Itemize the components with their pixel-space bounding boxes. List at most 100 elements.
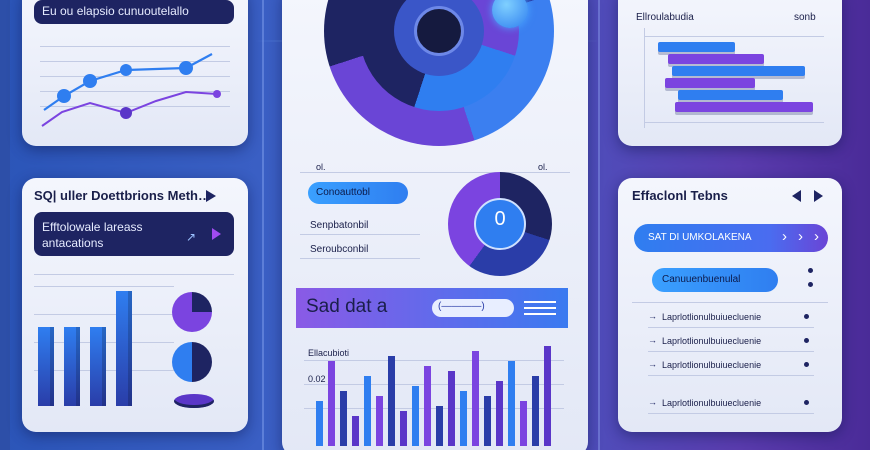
list-row-label: Laprlotlionulbuiuecluenie (662, 312, 762, 322)
list-row[interactable]: → Laprlotlionulbuiuecluenie (648, 394, 814, 414)
card-header-right: sonb (794, 12, 816, 23)
dot (804, 314, 809, 319)
data-point (179, 61, 193, 75)
play-icon[interactable] (206, 190, 216, 202)
prev-icon[interactable] (792, 190, 801, 202)
row-divider (300, 258, 420, 259)
highlight-chip-label: (————) (438, 301, 485, 312)
tab-pill[interactable]: SAT DI UMKOLAKENA › › › (634, 224, 828, 252)
bar (116, 291, 132, 406)
bar (520, 401, 527, 446)
background-divider (598, 0, 600, 450)
bar (90, 327, 106, 406)
gantt-chart-card: Ellroulabudia sonb (618, 0, 842, 146)
gantt-bar (664, 78, 755, 88)
dot (804, 400, 809, 405)
bar (376, 396, 383, 446)
line-chart-card: Eu ou elapsio cunuoutelallo (22, 0, 248, 146)
bar (328, 361, 335, 446)
dot (804, 362, 809, 367)
expand-icon[interactable]: ↗ (186, 230, 196, 244)
list-row[interactable]: → Laprlotlionulbuiuecluenie (648, 332, 814, 352)
banner-line-2: antacations (42, 236, 104, 250)
gantt-bar (675, 102, 813, 112)
data-point (120, 107, 132, 119)
bar (340, 391, 347, 446)
center-dashboard-card: ol. ol. Conoauttobl Senpbatonbil Seroubc… (282, 0, 588, 450)
donut-chart: 0 (448, 172, 552, 276)
bar (544, 346, 551, 446)
divider (34, 274, 234, 275)
bar-chart (316, 346, 556, 446)
bar (316, 401, 323, 446)
data-point (213, 90, 221, 98)
arrow-icon: → (648, 359, 657, 369)
play-icon[interactable] (212, 228, 221, 240)
bar (496, 381, 503, 446)
card-title: SQ| uller Doettbrions Methars (34, 188, 214, 203)
list-row-label: Laprlotlionulbuiuecluenie (662, 360, 762, 370)
sub-pill[interactable]: Canuuenbuenulal (652, 268, 778, 292)
dot (804, 338, 809, 343)
card-header: Ellroulabudia (636, 12, 694, 23)
radial-chart (304, 0, 564, 162)
dot (808, 268, 813, 273)
bar (64, 327, 80, 406)
banner-line-1: Efftolowale lareass (42, 220, 143, 234)
pie-icon (172, 292, 212, 332)
dot (808, 282, 813, 287)
bar (364, 376, 371, 446)
background-grid-line (0, 0, 10, 450)
bar (352, 416, 359, 446)
divider (300, 172, 570, 173)
chevron-right-icon[interactable]: › (814, 228, 819, 245)
bar (388, 356, 395, 446)
status-pill-label: Conoauttobl (316, 187, 370, 198)
row-divider (300, 234, 420, 235)
bar (424, 366, 431, 446)
highlight-banner[interactable]: Sad dat a (————) (296, 288, 568, 328)
gantt-bar (671, 66, 805, 76)
efficient-tabs-card: Effaclonl Tebns SAT DI UMKOLAKENA › › › … (618, 178, 842, 432)
bar (460, 391, 467, 446)
gantt-bar (668, 54, 765, 64)
bar (508, 361, 515, 446)
label-right: ol. (538, 162, 548, 172)
divider (632, 302, 828, 303)
list-row[interactable]: → Laprlotlionulbuiuecluenie (648, 308, 814, 328)
chevron-right-icon[interactable]: › (798, 228, 803, 245)
toggle-oval[interactable] (174, 394, 214, 408)
info-banner[interactable]: Efftolowale lareass antacations ↗ (34, 212, 234, 256)
grid-line (644, 122, 824, 123)
card-title: Effaclonl Tebns (632, 188, 728, 203)
menu-icon[interactable] (524, 301, 556, 315)
tab-pill-label: SAT DI UMKOLAKENA (648, 232, 752, 243)
methods-card: SQ| uller Doettbrions Methars Efftolowal… (22, 178, 248, 432)
bar (532, 376, 539, 446)
list-row[interactable]: → Laprlotlionulbuiuecluenie (648, 356, 814, 376)
bar (484, 396, 491, 446)
gantt-bars (658, 42, 828, 118)
data-point (57, 89, 71, 103)
highlight-chip[interactable]: (————) (432, 299, 514, 317)
sub-pill-label: Canuuenbuenulal (662, 274, 741, 285)
line-chart (41, 53, 221, 127)
list-row: Seroubconbil (310, 244, 369, 255)
gantt-bar (678, 90, 784, 100)
grid-line (644, 36, 824, 37)
bar (38, 327, 54, 406)
list-row-label: Laprlotlionulbuiuecluenie (662, 336, 762, 346)
gantt-axis (644, 28, 645, 128)
radial-center (414, 6, 464, 56)
label-left: ol. (316, 162, 326, 172)
next-icon[interactable] (814, 190, 823, 202)
arrow-icon: → (648, 397, 657, 407)
arrow-icon: → (648, 335, 657, 345)
chevron-right-icon[interactable]: › (782, 228, 787, 245)
bar (448, 371, 455, 446)
highlight-title: Sad dat a (306, 296, 388, 317)
list-row: Senpbatonbil (310, 220, 369, 231)
data-point (83, 74, 97, 88)
background-divider (262, 0, 264, 450)
bar (412, 386, 419, 446)
